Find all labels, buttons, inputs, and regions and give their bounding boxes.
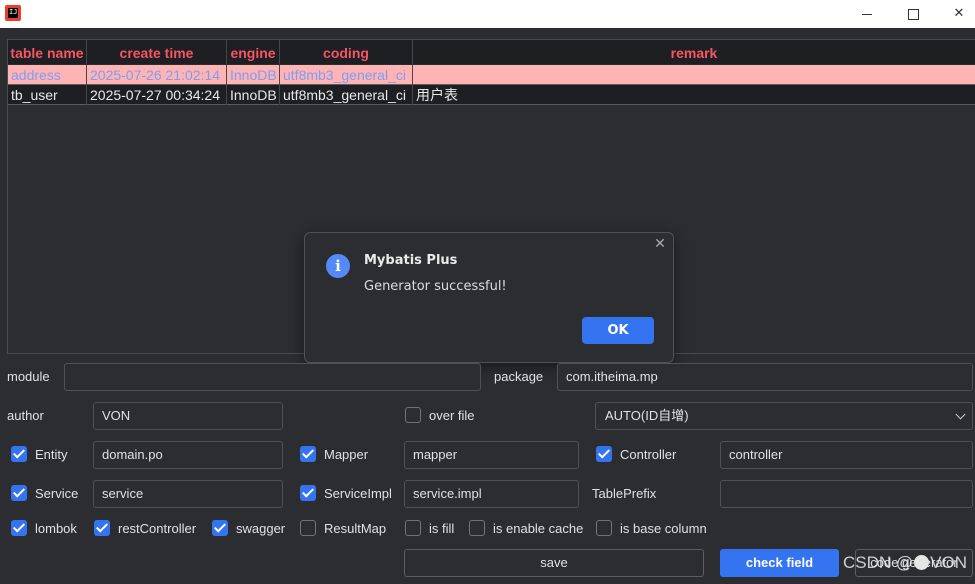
result-map-checkbox[interactable] <box>300 520 316 536</box>
service-impl-label: ServiceImpl <box>324 486 392 501</box>
table-header: table name create time engine coding rem… <box>8 40 975 64</box>
cell-create-time: 2025-07-26 21:02:14 <box>87 65 227 85</box>
package-input[interactable]: com.itheima.mp <box>557 363 973 391</box>
watermark-avatar-icon <box>914 555 930 570</box>
app-icon-text: IJ <box>9 8 18 16</box>
is-fill-label: is fill <box>429 521 455 536</box>
table-prefix-label: TablePrefix <box>592 486 657 501</box>
over-file-checkbox[interactable] <box>405 407 421 423</box>
cell-engine: InnoDB <box>227 65 280 85</box>
minimize-button[interactable] <box>844 0 890 28</box>
dialog-title: Mybatis Plus <box>364 253 458 268</box>
table-row[interactable]: address 2025-07-26 21:02:14 InnoDB utf8m… <box>8 65 975 85</box>
chevron-down-icon <box>955 409 966 420</box>
column-header-table-name[interactable]: table name <box>8 40 87 64</box>
cell-table-name: address <box>8 65 87 85</box>
module-label: module <box>7 369 50 384</box>
entity-checkbox[interactable] <box>11 446 27 462</box>
controller-checkbox[interactable] <box>596 446 612 462</box>
is-base-column-label: is base column <box>620 521 707 536</box>
service-impl-checkbox[interactable] <box>300 485 316 501</box>
info-icon: i <box>326 254 350 278</box>
csdn-watermark: CSDN @ VON <box>843 553 967 573</box>
column-header-coding[interactable]: coding <box>280 40 413 64</box>
ok-button[interactable]: OK <box>582 317 654 344</box>
package-label: package <box>494 369 544 384</box>
author-input[interactable]: VON <box>93 402 283 430</box>
module-input[interactable] <box>64 363 481 391</box>
close-window-button[interactable]: ✕ <box>936 0 975 28</box>
author-label: author <box>7 408 44 423</box>
entity-label: Entity <box>35 447 68 462</box>
dialog-close-button[interactable]: ✕ <box>653 236 667 252</box>
mapper-label: Mapper <box>324 447 369 462</box>
cell-coding: utf8mb3_general_ci <box>280 85 413 105</box>
table-row[interactable]: tb_user 2025-07-27 00:34:24 InnoDB utf8m… <box>8 85 975 105</box>
intellij-app-icon: IJ <box>5 5 21 21</box>
id-type-value: AUTO(ID自增) <box>605 408 689 423</box>
cell-create-time: 2025-07-27 00:34:24 <box>87 85 227 105</box>
check-field-button[interactable]: check field <box>720 549 839 577</box>
mapper-input[interactable]: mapper <box>404 441 579 469</box>
rest-controller-checkbox[interactable] <box>94 520 110 536</box>
cell-coding: utf8mb3_general_ci <box>280 65 413 85</box>
column-header-remark[interactable]: remark <box>413 40 975 64</box>
rest-controller-label: restController <box>118 521 197 536</box>
save-button[interactable]: save <box>404 549 704 577</box>
entity-input[interactable]: domain.po <box>93 441 283 469</box>
over-file-label: over file <box>429 408 475 423</box>
service-impl-input[interactable]: service.impl <box>404 480 579 508</box>
service-label: Service <box>35 486 79 501</box>
column-header-create-time[interactable]: create time <box>87 40 227 64</box>
watermark-right: VON <box>930 553 967 572</box>
dialog-message: Generator successful! <box>364 279 507 294</box>
swagger-label: swagger <box>236 521 286 536</box>
service-checkbox[interactable] <box>11 485 27 501</box>
is-base-column-checkbox[interactable] <box>596 520 612 536</box>
id-type-select[interactable]: AUTO(ID自增) <box>595 402 973 430</box>
is-enable-cache-label: is enable cache <box>493 521 584 536</box>
table-prefix-input[interactable] <box>720 480 973 508</box>
result-map-label: ResultMap <box>324 521 387 536</box>
controller-input[interactable]: controller <box>720 441 973 469</box>
controller-label: Controller <box>620 447 677 462</box>
is-enable-cache-checkbox[interactable] <box>469 520 485 536</box>
swagger-checkbox[interactable] <box>212 520 228 536</box>
cell-engine: InnoDB <box>227 85 280 105</box>
watermark-left: CSDN @ <box>843 553 914 572</box>
cell-table-name: tb_user <box>8 85 87 105</box>
close-icon: ✕ <box>953 6 965 21</box>
cell-remark <box>413 65 975 85</box>
service-input[interactable]: service <box>93 480 283 508</box>
message-dialog: ✕ i Mybatis Plus Generator successful! O… <box>304 232 674 363</box>
lombok-label: lombok <box>35 521 77 536</box>
is-fill-checkbox[interactable] <box>405 520 421 536</box>
cell-remark: 用户表 <box>413 85 975 105</box>
maximize-button[interactable] <box>890 0 936 28</box>
column-header-engine[interactable]: engine <box>227 40 280 64</box>
mapper-checkbox[interactable] <box>300 446 316 462</box>
title-bar: IJ ✕ <box>0 0 975 28</box>
lombok-checkbox[interactable] <box>11 520 27 536</box>
